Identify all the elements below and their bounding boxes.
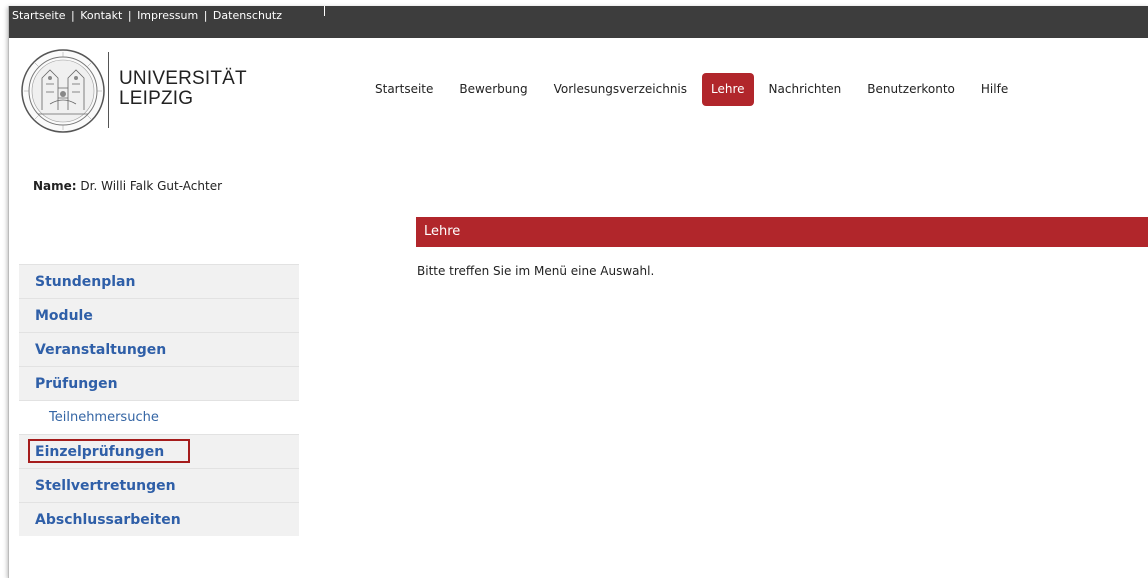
sidebar-item-abschlussarbeiten[interactable]: Abschlussarbeiten [19,502,299,536]
nav-item-benutzerkonto[interactable]: Benutzerkonto [856,73,966,106]
sidebar-item-stundenplan[interactable]: Stundenplan [19,264,299,298]
logo-line-2: LEIPZIG [119,88,194,109]
sidebar-item-pruefungen[interactable]: Prüfungen [19,366,299,400]
nav-item-startseite[interactable]: Startseite [364,73,444,106]
user-name-line: Name: Dr. Willi Falk Gut-Achter [33,179,222,193]
sidebar-item-label: Einzelprüfungen [35,444,165,460]
sidebar-item-label: Teilnehmersuche [49,410,159,425]
sidebar-item-stellvertretungen[interactable]: Stellvertretungen [19,468,299,502]
content-area: Name: Dr. Willi Falk Gut-Achter Stundenp… [9,142,1148,578]
top-link-startseite[interactable]: Startseite [12,9,66,22]
section-title: Lehre [416,217,1148,247]
sidebar-item-label: Module [35,308,93,324]
sidebar-menu: Stundenplan Module Veranstaltungen Prüfu… [19,264,299,536]
sidebar-item-label: Veranstaltungen [35,342,167,358]
top-link-separator: | [127,9,132,22]
sidebar-item-einzelpruefungen[interactable]: Einzelprüfungen [19,434,299,468]
main-nav: Startseite Bewerbung Vorlesungsverzeichn… [364,73,1023,106]
top-link-kontakt[interactable]: Kontakt [80,9,122,22]
nav-item-hilfe[interactable]: Hilfe [970,73,1019,106]
sidebar-item-label: Abschlussarbeiten [35,512,181,528]
page: Startseite | Kontakt | Impressum | Daten… [8,6,1148,578]
sidebar-item-label: Stellvertretungen [35,478,176,494]
nav-item-vorlesungsverzeichnis[interactable]: Vorlesungsverzeichnis [543,73,698,106]
user-name-label: Name: [33,179,77,193]
nav-item-bewerbung[interactable]: Bewerbung [448,73,538,106]
logo-divider [108,52,109,128]
site-header: UNIVERSITÄT LEIPZIG Startseite Bewerbung… [9,38,1148,143]
user-name-value: Dr. Willi Falk Gut-Achter [80,179,223,193]
university-logo[interactable]: UNIVERSITÄT LEIPZIG [119,69,247,109]
sidebar-item-module[interactable]: Module [19,298,299,332]
top-link-datenschutz[interactable]: Datenschutz [213,9,282,22]
sidebar-item-label: Prüfungen [35,376,118,392]
top-bar-marker [324,6,325,16]
top-link-impressum[interactable]: Impressum [137,9,198,22]
top-bar: Startseite | Kontakt | Impressum | Daten… [9,6,1148,38]
nav-item-lehre[interactable]: Lehre [702,73,754,106]
sidebar-item-veranstaltungen[interactable]: Veranstaltungen [19,332,299,366]
top-link-separator: | [203,9,208,22]
sidebar-subitem-teilnehmersuche[interactable]: Teilnehmersuche [19,400,299,434]
top-links: Startseite | Kontakt | Impressum | Daten… [12,6,282,32]
sidebar-item-label: Stundenplan [35,274,136,290]
top-link-separator: | [71,9,75,22]
logo-line-1: UNIVERSITÄT [119,68,247,89]
university-seal-icon[interactable] [20,48,106,134]
section-message: Bitte treffen Sie im Menü eine Auswahl. [417,264,655,278]
nav-item-nachrichten[interactable]: Nachrichten [758,73,853,106]
